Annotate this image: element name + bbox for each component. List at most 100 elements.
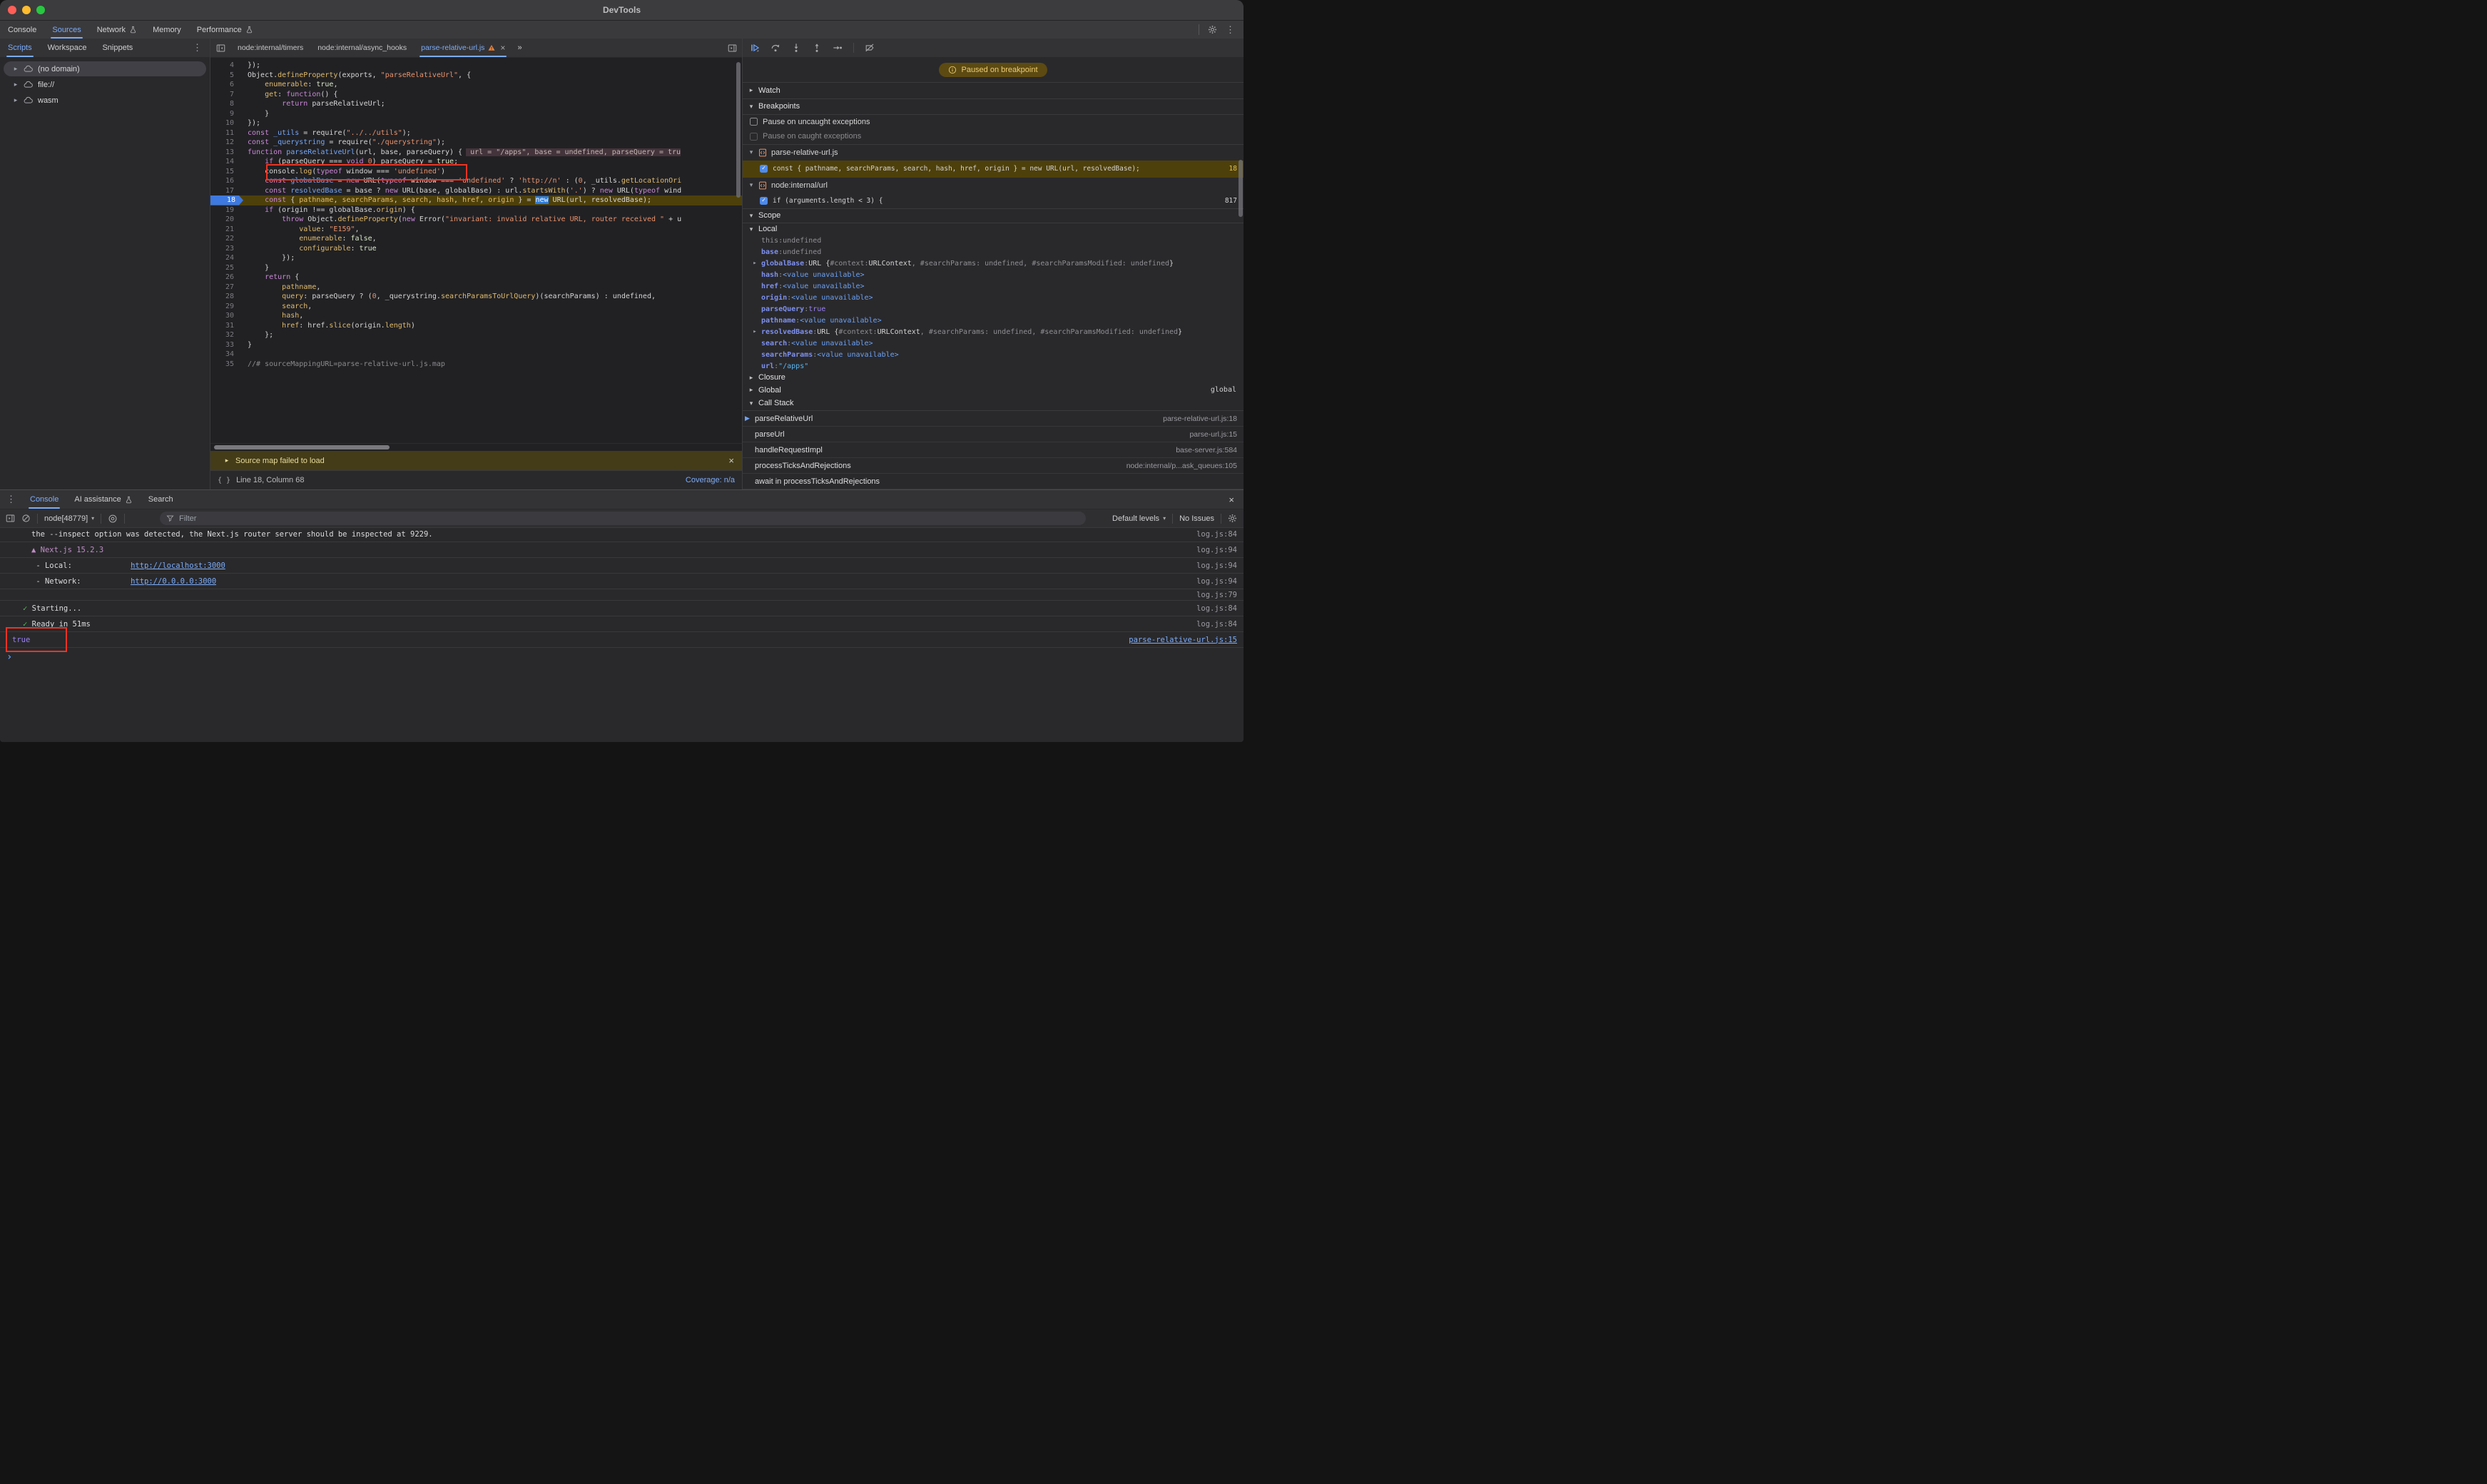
expander-icon[interactable]: ▾: [748, 148, 754, 156]
code-line-32[interactable]: 32 };: [210, 330, 742, 340]
call-stack-frame-parseurl[interactable]: parseUrlparse-url.js:15: [743, 427, 1244, 442]
console-message-1[interactable]: the --inspect option was detected, the N…: [0, 527, 1244, 542]
drawer-tab-search[interactable]: Search: [141, 490, 181, 509]
more-tabs-icon[interactable]: »: [512, 39, 527, 57]
line-number[interactable]: 12: [210, 138, 240, 148]
line-number[interactable]: 7: [210, 90, 240, 100]
line-number[interactable]: 23: [210, 244, 240, 254]
step-over-button[interactable]: [770, 43, 780, 53]
breakpoint-checkbox[interactable]: ✓: [760, 197, 768, 205]
scope-variable-base[interactable]: base: undefined: [743, 246, 1244, 258]
code-line-11[interactable]: 11const _utils = require("../../utils");: [210, 128, 742, 138]
code-line-13[interactable]: 13function parseRelativeUrl(url, base, p…: [210, 148, 742, 158]
panel-tab-console[interactable]: Console: [0, 21, 44, 39]
code-line-24[interactable]: 24 });: [210, 253, 742, 263]
code-line-7[interactable]: 7 get: function() {: [210, 90, 742, 100]
message-source-link[interactable]: log.js:84: [1188, 530, 1237, 539]
code-line-5[interactable]: 5Object.defineProperty(exports, "parseRe…: [210, 71, 742, 81]
section-breakpoints[interactable]: ▾Breakpoints: [743, 99, 1244, 115]
exception-option-pause-on-caught-exceptions[interactable]: Pause on caught exceptions: [743, 129, 1244, 145]
message-source-link[interactable]: log.js:94: [1188, 546, 1237, 554]
console-message-7[interactable]: ✓ Ready in 51mslog.js:84: [0, 616, 1244, 632]
code-line-16[interactable]: 16 const globalBase = new URL(typeof win…: [210, 176, 742, 186]
breakpoint-file-group-parse-relative-url-js[interactable]: ▾parse-relative-url.js: [743, 145, 1244, 161]
breakpoint-file-group-node-internal-url[interactable]: ▾node:internal/url: [743, 178, 1244, 193]
code-line-10[interactable]: 10});: [210, 118, 742, 128]
scope-local-header[interactable]: ▾Local: [743, 223, 1244, 235]
scope-closure-header[interactable]: ▸Closure: [743, 372, 1244, 383]
scope-variable-parsequery[interactable]: parseQuery: true: [743, 303, 1244, 315]
code-line-28[interactable]: 28 query: parseQuery ? (0, _querystring.…: [210, 292, 742, 302]
expander-icon[interactable]: ▸: [752, 260, 758, 267]
log-levels-dropdown[interactable]: Default levels▾: [1112, 514, 1166, 523]
main-menu-kebab-icon[interactable]: ⋮: [1226, 24, 1235, 36]
panel-tab-network[interactable]: Network: [89, 21, 145, 39]
console-settings-gear-icon[interactable]: [1228, 514, 1237, 523]
scope-variable-origin[interactable]: origin: <value unavailable>: [743, 292, 1244, 303]
close-tab-icon[interactable]: ×: [500, 43, 505, 53]
navigator-menu-kebab-icon[interactable]: ⋮: [185, 39, 210, 57]
console-sidebar-toggle-icon[interactable]: [6, 514, 15, 523]
message-source-link[interactable]: log.js:79: [1188, 591, 1237, 599]
line-number[interactable]: 27: [210, 283, 240, 293]
scope-global-header[interactable]: ▸Global global: [743, 384, 1244, 397]
navigator-tab-scripts[interactable]: Scripts: [0, 39, 40, 57]
drawer-tab-console[interactable]: Console: [22, 490, 66, 509]
step-into-button[interactable]: [791, 43, 801, 53]
editor-scrollbar[interactable]: [736, 62, 741, 198]
message-source-link[interactable]: parse-relative-url.js:15: [1120, 636, 1237, 644]
line-number[interactable]: 17: [210, 186, 240, 196]
line-number[interactable]: 6: [210, 80, 240, 90]
tree-item-wasm[interactable]: ▸wasm: [4, 93, 206, 108]
tree-item-no-domain[interactable]: ▸(no domain): [4, 61, 206, 76]
code-line-15[interactable]: 15 console.log(typeof window === 'undefi…: [210, 167, 742, 177]
line-number[interactable]: 14: [210, 157, 240, 167]
call-stack-frame-handlerequestimpl[interactable]: handleRequestImplbase-server.js:584: [743, 442, 1244, 458]
code-line-21[interactable]: 21 value: "E159",: [210, 225, 742, 235]
line-number[interactable]: 13: [210, 148, 240, 158]
line-number[interactable]: 29: [210, 302, 240, 312]
code-line-26[interactable]: 26 return {: [210, 273, 742, 283]
line-number[interactable]: 20: [210, 215, 240, 225]
code-line-8[interactable]: 8 return parseRelativeUrl;: [210, 99, 742, 109]
line-number[interactable]: 19: [210, 205, 240, 215]
section-scope[interactable]: ▾Scope: [743, 209, 1244, 223]
line-number[interactable]: 5: [210, 71, 240, 81]
scope-variable-search[interactable]: search: <value unavailable>: [743, 337, 1244, 349]
scope-variable-this[interactable]: this: undefined: [743, 235, 1244, 246]
code-line-23[interactable]: 23 configurable: true: [210, 244, 742, 254]
issues-counter[interactable]: No Issues: [1179, 514, 1214, 523]
code-line-34[interactable]: 34: [210, 350, 742, 360]
line-number[interactable]: 21: [210, 225, 240, 235]
expander-icon[interactable]: ▾: [748, 181, 754, 189]
line-number[interactable]: 34: [210, 350, 240, 360]
expander-icon[interactable]: ▸: [752, 328, 758, 335]
code-line-6[interactable]: 6 enumerable: true,: [210, 80, 742, 90]
close-icon[interactable]: ×: [728, 455, 734, 466]
expander-icon[interactable]: ▸: [224, 457, 230, 464]
editor-tab-parse-relative-url-js[interactable]: parse-relative-url.js×: [414, 39, 512, 57]
breakpoint-entry[interactable]: ✓if (arguments.length < 3) {817: [743, 193, 1244, 209]
scope-variable-resolvedbase[interactable]: ▸resolvedBase: URL {#context: URLContext…: [743, 326, 1244, 337]
code-line-9[interactable]: 9 }: [210, 109, 742, 119]
message-source-link[interactable]: log.js:94: [1188, 577, 1237, 586]
line-number[interactable]: 8: [210, 99, 240, 109]
line-number[interactable]: 16: [210, 176, 240, 186]
call-stack-frame-parserelativeurl[interactable]: ▶parseRelativeUrlparse-relative-url.js:1…: [743, 411, 1244, 427]
console-message-6[interactable]: ✓ Starting...log.js:84: [0, 601, 1244, 616]
pretty-print-icon[interactable]: { }: [218, 477, 230, 484]
code-line-35[interactable]: 35//# sourceMappingURL=parse-relative-ur…: [210, 360, 742, 370]
line-number[interactable]: 30: [210, 311, 240, 321]
code-editor[interactable]: 4});5Object.defineProperty(exports, "par…: [210, 58, 742, 443]
console-filter-input[interactable]: Filter: [160, 512, 1086, 525]
line-number[interactable]: 32: [210, 330, 240, 340]
drawer-tab-ai-assistance[interactable]: AI assistance: [66, 490, 140, 509]
navigator-tab-workspace[interactable]: Workspace: [40, 39, 95, 57]
code-line-27[interactable]: 27 pathname,: [210, 283, 742, 293]
console-message-2[interactable]: ▲ Next.js 15.2.3log.js:94: [0, 542, 1244, 558]
code-line-33[interactable]: 33}: [210, 340, 742, 350]
scope-variable-searchparams[interactable]: searchParams: <value unavailable>: [743, 349, 1244, 360]
console-message-5[interactable]: log.js:79: [0, 589, 1244, 601]
coverage-link[interactable]: Coverage: n/a: [686, 476, 735, 484]
resume-script-button[interactable]: [750, 43, 760, 53]
